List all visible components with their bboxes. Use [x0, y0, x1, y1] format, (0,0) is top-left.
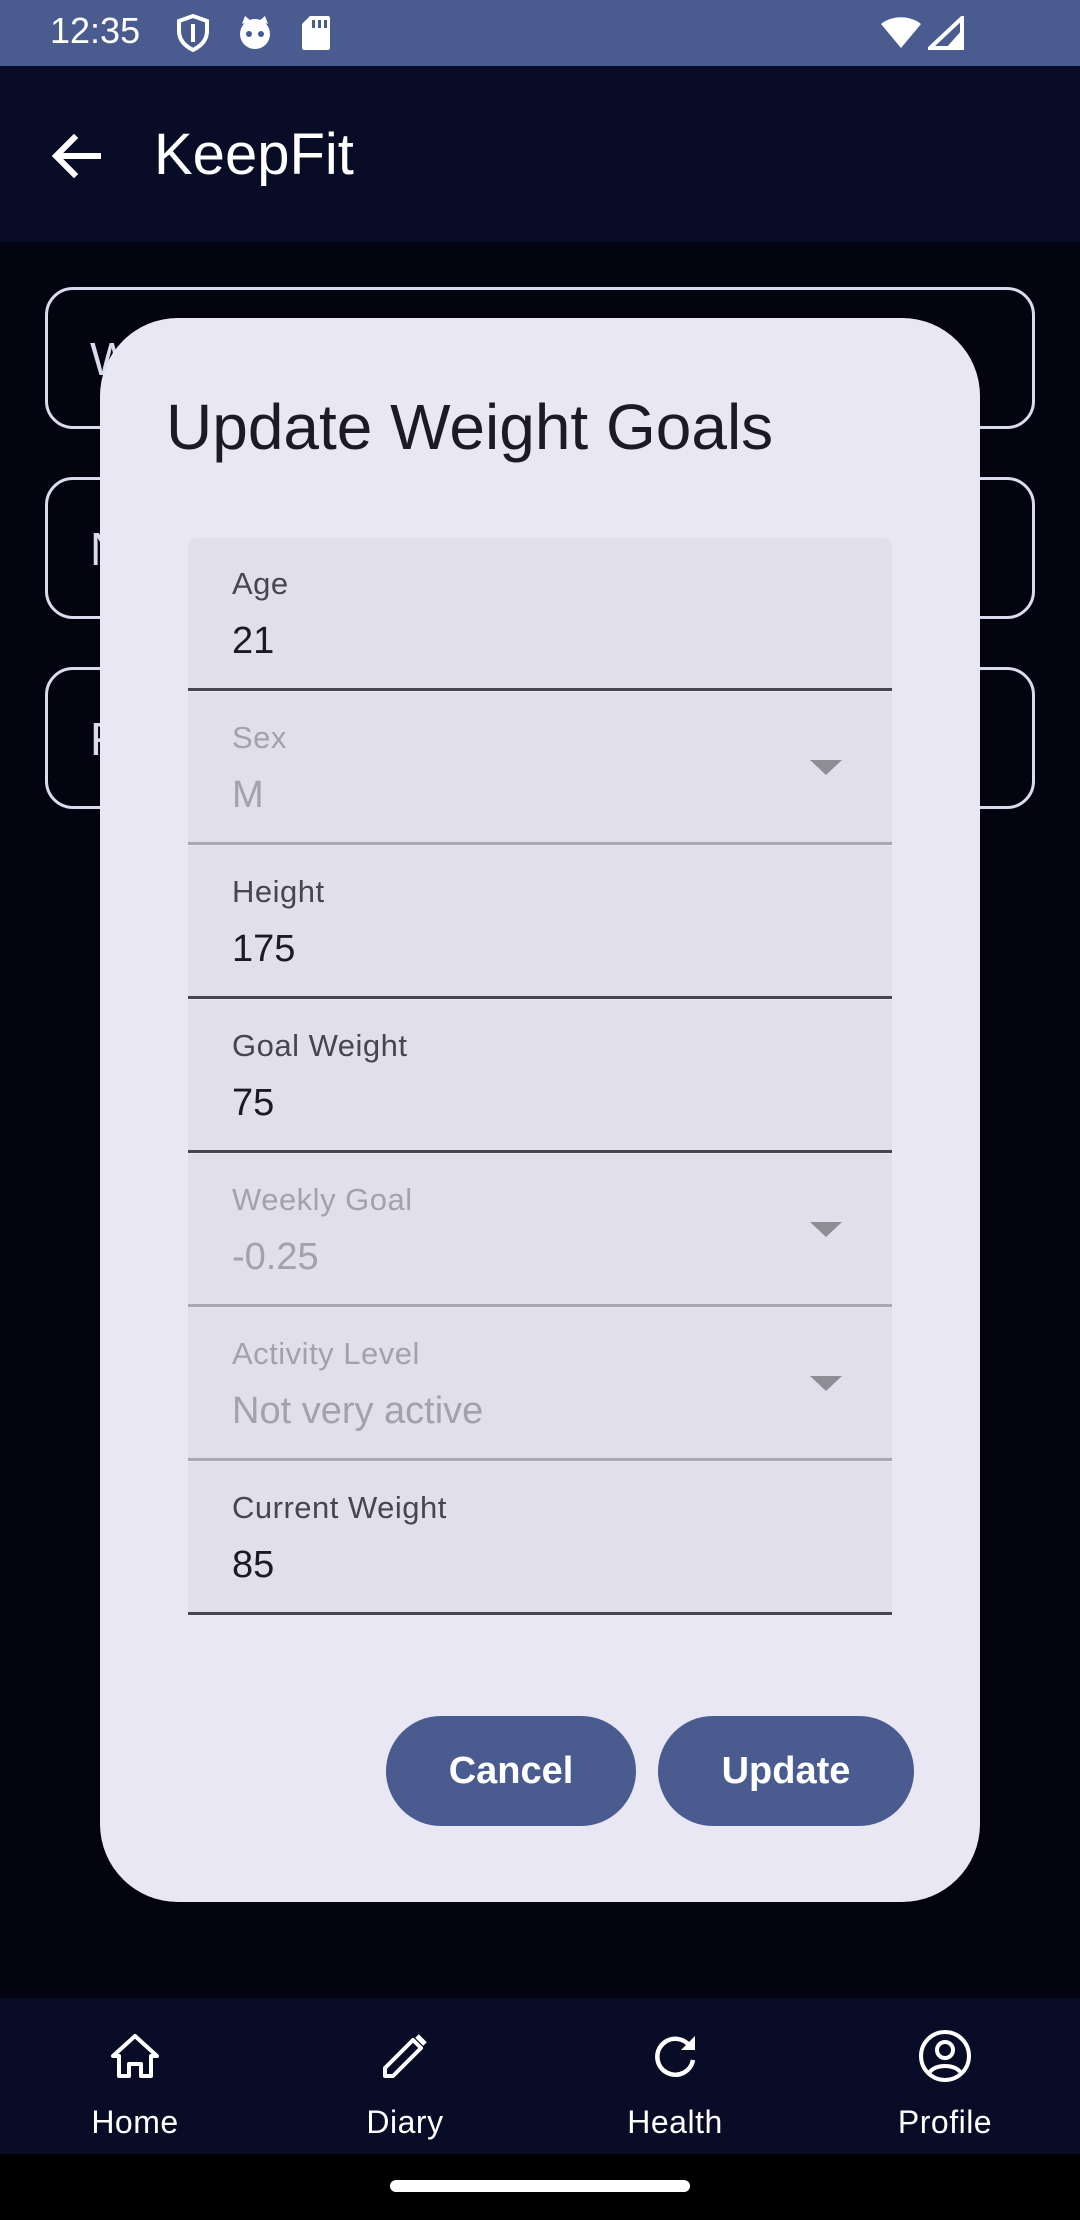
home-icon: [111, 2034, 159, 2078]
wifi-icon: [880, 16, 922, 55]
sex-label: Sex: [232, 720, 287, 755]
goal-weight-label: Goal Weight: [232, 1028, 408, 1063]
signal-icon: [924, 13, 964, 55]
dropdown-arrow-icon: [810, 760, 842, 775]
dropdown-arrow-icon: [810, 1222, 842, 1237]
height-label: Height: [232, 874, 325, 909]
update-weight-goals-dialog: Update Weight Goals Age 21 Sex M Height …: [100, 318, 980, 1902]
status-bar: 12:35: [0, 0, 1080, 66]
age-value: 21: [232, 620, 275, 662]
dialog-title: Update Weight Goals: [166, 391, 774, 463]
weekly-goal-label: Weekly Goal: [232, 1182, 413, 1217]
refresh-icon: [655, 2036, 696, 2078]
activity-level-dropdown[interactable]: Activity Level Not very active: [188, 1308, 892, 1461]
pencil-icon: [383, 2034, 427, 2078]
nav-item-diary[interactable]: Diary: [270, 2000, 540, 2154]
sex-dropdown[interactable]: Sex M: [188, 692, 892, 845]
sd-card-icon: [300, 14, 332, 57]
dropdown-arrow-icon: [810, 1376, 842, 1391]
height-field[interactable]: Height 175: [188, 846, 892, 999]
nav-label-diary: Diary: [366, 2104, 444, 2140]
weekly-goal-dropdown[interactable]: Weekly Goal -0.25: [188, 1154, 892, 1307]
account-circle-icon: [919, 2030, 971, 2082]
arrow-back-icon[interactable]: [44, 124, 108, 188]
status-time: 12:35: [50, 10, 141, 51]
nav-label-profile: Profile: [897, 2104, 993, 2140]
weekly-goal-value: -0.25: [232, 1236, 319, 1278]
height-value: 175: [232, 928, 296, 970]
age-label: Age: [232, 566, 289, 601]
cancel-button[interactable]: Cancel: [386, 1716, 636, 1826]
nav-item-profile[interactable]: Profile: [810, 2000, 1080, 2154]
nav-label-health: Health: [627, 2104, 723, 2140]
app-title: KeepFit: [154, 122, 354, 187]
shield-icon: [176, 13, 210, 57]
age-field[interactable]: Age 21: [188, 538, 892, 691]
bottom-navigation: Home Diary Health Profile: [0, 2000, 1080, 2154]
nav-item-home[interactable]: Home: [0, 2000, 270, 2154]
gesture-bar: [0, 2154, 1080, 2220]
sex-value: M: [232, 774, 264, 816]
cat-icon: [236, 14, 274, 57]
update-button[interactable]: Update: [658, 1716, 914, 1826]
current-weight-value: 85: [232, 1544, 275, 1586]
app-bar: KeepFit: [0, 66, 1080, 242]
current-weight-field[interactable]: Current Weight 85: [188, 1462, 892, 1615]
activity-level-label: Activity Level: [232, 1336, 420, 1371]
activity-level-value: Not very active: [232, 1390, 484, 1432]
goal-weight-field[interactable]: Goal Weight 75: [188, 1000, 892, 1153]
home-gesture-handle[interactable]: [390, 2180, 690, 2192]
goal-weight-value: 75: [232, 1082, 275, 1124]
nav-label-home: Home: [91, 2104, 179, 2140]
current-weight-label: Current Weight: [232, 1490, 447, 1525]
nav-item-health[interactable]: Health: [540, 2000, 810, 2154]
